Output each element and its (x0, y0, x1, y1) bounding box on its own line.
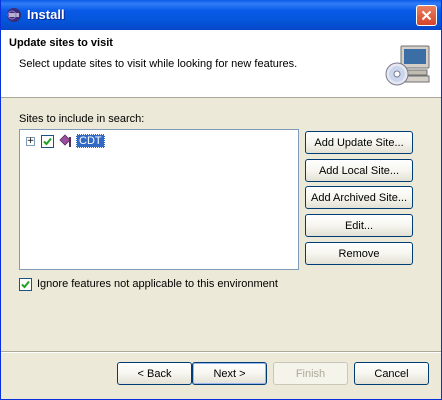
add-update-site-button[interactable]: Add Update Site... (305, 131, 413, 154)
footer-separator (1, 351, 441, 353)
sites-tree[interactable]: + CDT (19, 129, 299, 270)
eclipse-icon (7, 8, 21, 22)
computer-cd-icon (385, 45, 430, 86)
page-description: Select update sites to visit while looki… (19, 58, 298, 70)
install-dialog: Install Update sites to visit Select upd… (0, 0, 442, 400)
checkmark-icon (43, 137, 52, 146)
ignore-checkbox[interactable] (19, 278, 32, 291)
edit-button[interactable]: Edit... (305, 214, 413, 237)
next-button[interactable]: Next > (192, 362, 267, 385)
expand-plus-icon[interactable]: + (26, 137, 35, 146)
window-title: Install (27, 7, 65, 22)
header-banner: Update sites to visit Select update site… (1, 30, 441, 98)
ignore-label: Ignore features not applicable to this e… (37, 278, 278, 290)
site-checkbox[interactable] (41, 135, 54, 148)
finish-button[interactable]: Finish (273, 362, 348, 385)
tree-item-label[interactable]: CDT (76, 134, 105, 148)
add-local-site-button[interactable]: Add Local Site... (305, 159, 413, 182)
close-button[interactable] (416, 5, 437, 26)
site-diamond-icon (59, 134, 71, 147)
checkmark-icon (21, 280, 30, 289)
close-icon (421, 10, 432, 21)
page-title: Update sites to visit (9, 37, 113, 49)
sites-label: Sites to include in search: (19, 113, 145, 125)
back-button[interactable]: < Back (117, 362, 192, 385)
remove-button[interactable]: Remove (305, 242, 413, 265)
cancel-button[interactable]: Cancel (354, 362, 429, 385)
add-archived-site-button[interactable]: Add Archived Site... (305, 186, 413, 209)
title-bar[interactable]: Install (1, 0, 441, 30)
